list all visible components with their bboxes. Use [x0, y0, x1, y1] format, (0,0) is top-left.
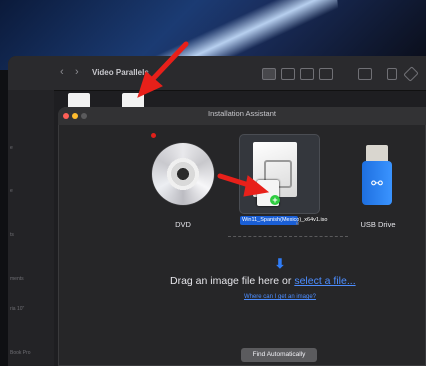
annotation-arrow-top	[137, 41, 189, 98]
annotation-arrows	[137, 41, 270, 197]
annotation-arrow-file	[217, 173, 270, 197]
